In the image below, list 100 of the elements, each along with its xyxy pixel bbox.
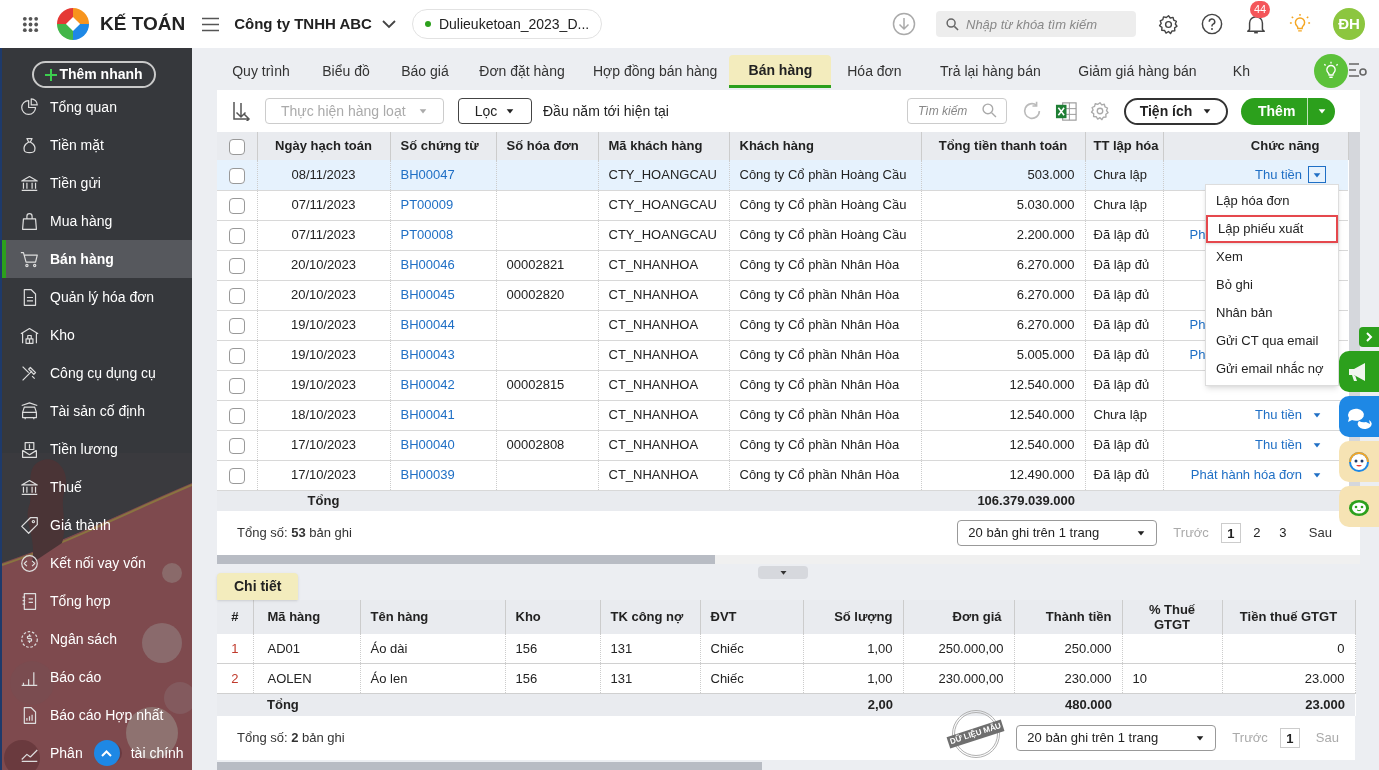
menu-item[interactable]: Lập hóa đơn [1206, 187, 1338, 215]
action-menu-toggle[interactable] [1308, 166, 1326, 184]
checkbox[interactable] [228, 377, 245, 394]
page-button[interactable]: 2 [1246, 522, 1267, 543]
document-link[interactable]: PT00009 [400, 197, 454, 213]
company-selector[interactable]: Công ty TNHH ABC [234, 12, 396, 36]
settings-icon[interactable] [1158, 13, 1179, 35]
sidebar-item[interactable]: Bán hàng [2, 240, 192, 278]
sidebar-item[interactable]: Báo cáo Hợp nhất [2, 696, 192, 734]
scrollbar-thumb[interactable] [217, 554, 715, 564]
total-value: 106.379.039.000 [977, 492, 1075, 508]
sidebar-item[interactable]: Kho [2, 316, 192, 354]
sidebar-item[interactable]: Mua hàng [2, 202, 192, 240]
support-robot-button[interactable] [1339, 441, 1379, 482]
action-link[interactable]: Thu tiền [1255, 405, 1302, 425]
next-page-button[interactable]: Sau [1308, 522, 1332, 543]
page-button[interactable]: 1 [1279, 728, 1300, 748]
collapse-handle[interactable] [758, 565, 808, 579]
table-row[interactable]: 08/11/2023 BH00047 CTY_HOANGCAU Công ty Cổ phần Hoàng Cầu 503.000 Chưa lập Thu tiền [217, 160, 1348, 190]
document-link[interactable]: BH00043 [400, 347, 455, 363]
tab[interactable]: Giảm giá hàng bán [1063, 55, 1212, 88]
document-link[interactable]: BH00039 [400, 467, 455, 483]
document-link[interactable]: BH00042 [400, 377, 455, 393]
sidebar-item[interactable]: Giá thành [2, 506, 192, 544]
checkbox[interactable] [228, 407, 245, 424]
action-link[interactable]: Phát hành hóa đơn [1190, 465, 1302, 485]
detail-tab[interactable]: Chi tiết [217, 572, 299, 600]
sidebar-item[interactable]: Tiền gửi [2, 164, 192, 202]
sidebar-item[interactable]: Tiền lương [2, 430, 192, 468]
search-field[interactable]: Tìm kiếm [907, 98, 1007, 124]
scrollbar-thumb[interactable] [217, 762, 762, 770]
tab[interactable]: Kh [1211, 55, 1272, 88]
menu-icon[interactable] [202, 16, 220, 32]
table-cell: 12.540.000 [1009, 437, 1075, 453]
sidebar-item[interactable]: Báo cáo [2, 658, 192, 696]
tab[interactable]: Quy trình [217, 55, 305, 88]
checkbox[interactable] [228, 437, 245, 454]
checkbox[interactable] [228, 197, 245, 214]
logo-icon [56, 7, 90, 41]
sidebar-item[interactable]: Tổng quan [2, 88, 192, 126]
action-link[interactable]: Ph [1189, 345, 1206, 365]
tab[interactable]: Trả lại hàng bán [917, 55, 1064, 88]
tab-settings-icon[interactable] [1349, 62, 1367, 78]
tab[interactable]: Biểu đồ [305, 55, 387, 88]
sidebar-item[interactable]: Kết nối vay vốn [2, 544, 192, 582]
document-link[interactable]: PT00008 [400, 227, 454, 243]
checkbox[interactable] [228, 257, 245, 274]
table-cell: 12.540.000 [1009, 407, 1075, 423]
checkbox[interactable] [228, 227, 245, 244]
page-button[interactable]: 1 [1220, 522, 1241, 543]
table-row[interactable]: 1 AD01 Áo dài 156 131 Chiếc 1,00 250.000,00 250.000 0 [217, 633, 1355, 664]
expand-button[interactable] [1359, 327, 1379, 347]
page-size-dropdown[interactable]: 20 bản ghi trên 1 trang [1016, 725, 1217, 751]
help-icon[interactable] [1201, 13, 1223, 35]
menu-item[interactable]: Lập phiếu xuất [1206, 215, 1338, 243]
lightbulb-icon[interactable] [1289, 13, 1311, 35]
action-link[interactable]: Ph [1189, 315, 1206, 335]
tab[interactable]: Hợp đồng bán hàng [581, 55, 730, 88]
checkbox[interactable] [228, 138, 245, 155]
sidebar-item[interactable]: Thuế [2, 468, 192, 506]
document-link[interactable]: BH00044 [400, 317, 455, 333]
checkbox[interactable] [228, 167, 245, 184]
table-cell: 1,00 [867, 640, 893, 656]
utilities-dropdown[interactable]: Tiện ích [1124, 97, 1228, 125]
tab[interactable]: Đơn đặt hàng [463, 55, 581, 88]
sidebar-item[interactable]: Quản lý hóa đơn [2, 278, 192, 316]
page-button[interactable]: 3 [1272, 522, 1293, 543]
quick-add-button[interactable]: Thêm nhanh [32, 61, 156, 88]
sidebar-item[interactable]: Tiền mặt [2, 126, 192, 164]
download-icon[interactable] [892, 12, 916, 36]
sort-icon[interactable] [232, 101, 251, 121]
excel-icon[interactable] [1055, 99, 1078, 123]
tab[interactable]: Báo giá [387, 55, 463, 88]
action-link[interactable]: Thu tiền [1255, 165, 1302, 185]
search-field[interactable]: Nhập từ khóa tìm kiếm [936, 11, 1136, 37]
page-size-dropdown[interactable]: 20 bản ghi trên 1 trang [957, 519, 1158, 546]
document-link[interactable]: BH00040 [400, 437, 455, 453]
megaphone-button[interactable] [1339, 351, 1379, 392]
sidebar-item[interactable]: Phân tài chính [2, 734, 192, 770]
chat-button[interactable] [1339, 396, 1379, 437]
checkbox[interactable] [228, 467, 245, 484]
chat-robot-button[interactable] [1339, 486, 1379, 527]
tab[interactable]: Hóa đơn [831, 55, 918, 88]
sidebar-item[interactable]: Công cụ dụng cụ [2, 354, 192, 392]
filter-dropdown[interactable]: Lọc [458, 98, 532, 124]
sidebar-item[interactable]: Tài sản cố định [2, 392, 192, 430]
checkbox[interactable] [228, 347, 245, 364]
apps-icon[interactable] [22, 15, 39, 33]
refresh-icon[interactable] [1021, 100, 1043, 122]
document-link[interactable]: BH00045 [400, 287, 455, 303]
action-link[interactable]: Thu tiền [1255, 435, 1302, 455]
document-link[interactable]: BH00046 [400, 257, 455, 273]
action-link[interactable]: Ph [1189, 225, 1206, 245]
checkbox[interactable] [228, 317, 245, 334]
tab[interactable]: Bán hàng [729, 55, 832, 88]
document-link[interactable]: BH00041 [400, 407, 455, 423]
checkbox[interactable] [228, 287, 245, 304]
table-row[interactable]: 2 AOLEN Áo len 156 131 Chiếc 1,00 230.000,00 230.000 10 23.000 [217, 663, 1355, 694]
sidebar-item[interactable]: Ngân sách [2, 620, 192, 658]
sidebar-item[interactable]: Tổng hợp [2, 582, 192, 620]
